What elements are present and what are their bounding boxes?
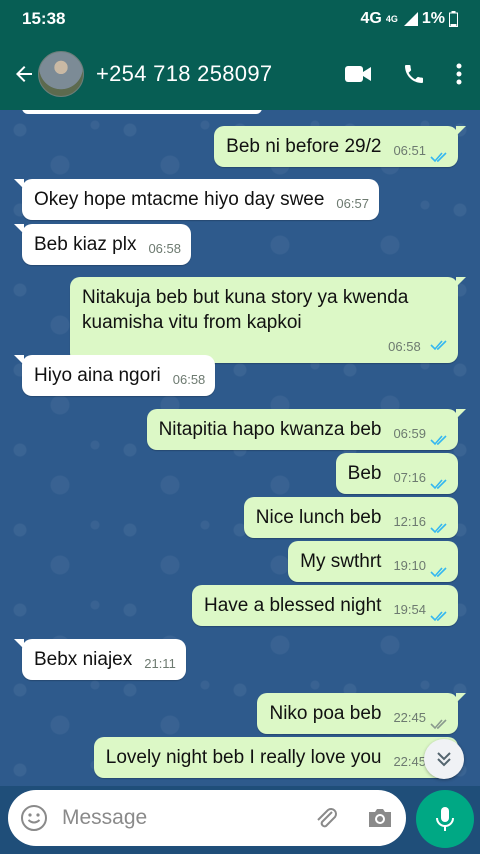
signal-icon: [403, 12, 418, 26]
message-text: Have a blessed night: [204, 595, 382, 616]
scroll-to-bottom-button[interactable]: [424, 739, 464, 779]
contact-name[interactable]: +254 718 258097: [96, 61, 344, 87]
message-out[interactable]: Nice lunch beb 12:16: [243, 497, 458, 538]
message-text: Beb kiaz plx: [34, 234, 137, 255]
read-ticks-icon: [430, 340, 447, 351]
emoji-icon[interactable]: [20, 804, 48, 832]
message-out[interactable]: Nitakuja beb but kuna story ya kwenda ku…: [70, 277, 466, 363]
message-time: 19:10: [393, 558, 426, 573]
attach-icon[interactable]: [312, 804, 340, 832]
status-indicators: 4G 4G 1%: [361, 10, 458, 28]
message-time: 06:51: [393, 143, 426, 158]
message-text: Lovely night beb I really love you: [105, 747, 382, 768]
video-call-icon[interactable]: [344, 63, 372, 85]
more-options-icon[interactable]: [456, 62, 462, 86]
message-out[interactable]: Lovely night beb I really love you 22:45: [93, 737, 458, 778]
message-input[interactable]: Message: [62, 806, 312, 830]
voice-call-icon[interactable]: [402, 62, 426, 86]
message-time: 06:58: [148, 241, 181, 256]
read-ticks-icon: [430, 523, 447, 534]
message-time: 06:57: [336, 196, 369, 211]
battery-icon: [449, 11, 458, 27]
message-text: Beb: [347, 463, 382, 484]
message-out[interactable]: Nitapitia hapo kwanza beb 06:59: [146, 409, 467, 450]
message-out[interactable]: Niko poa beb 22:45: [257, 693, 466, 734]
camera-icon[interactable]: [366, 806, 394, 830]
message-list[interactable]: Beb ni before 29/2 06:51 Okey hope mtacme…: [0, 110, 480, 786]
message-time: 06:58: [388, 339, 421, 354]
message-text: Nice lunch beb: [255, 507, 382, 528]
message-time: 22:45: [393, 754, 426, 769]
message-time: 12:16: [393, 514, 426, 529]
read-ticks-icon: [430, 611, 447, 622]
message-text: Beb ni before 29/2: [226, 136, 382, 157]
message-composer[interactable]: Message: [8, 790, 406, 846]
read-ticks-icon: [430, 152, 447, 163]
double-chevron-down-icon: [437, 752, 451, 767]
chat-header: +254 718 258097: [0, 38, 480, 110]
read-ticks-icon: [430, 567, 447, 578]
message-in[interactable]: Beb kiaz plx 06:58: [14, 224, 191, 265]
message-time: 22:45: [393, 710, 426, 725]
back-button[interactable]: [6, 62, 42, 86]
message-out[interactable]: My swthrt 19:10: [288, 541, 458, 582]
message-time: 06:58: [172, 372, 206, 387]
message-time: 07:16: [393, 470, 426, 485]
message-in[interactable]: Bebx niajex 21:11: [14, 639, 186, 680]
status-bar: 15:38 4G 4G 1%: [0, 0, 480, 38]
message-out[interactable]: Beb 07:16: [335, 453, 458, 494]
microphone-icon: [436, 807, 454, 831]
message-text: Hiyo aina ngori: [34, 365, 161, 386]
message-out[interactable]: Beb ni before 29/2 06:51: [214, 126, 466, 167]
message-text: Niko poa beb: [269, 703, 382, 724]
message-out[interactable]: Have a blessed night 19:54: [192, 585, 458, 626]
message-text: Bebx niajex: [34, 649, 133, 670]
message-in[interactable]: Okey hope mtacme hiyo day swee 06:57: [14, 179, 379, 220]
status-time: 15:38: [22, 9, 66, 28]
message-in[interactable]: Hiyo aina ngori 06:58: [13, 355, 216, 396]
message-text: Nitapitia hapo kwanza beb: [158, 419, 382, 440]
read-ticks-icon: [430, 479, 447, 490]
back-arrow-icon: [16, 66, 32, 82]
network-sup: 4G: [385, 14, 398, 24]
read-ticks-icon: [430, 435, 447, 446]
message-time: 19:54: [393, 602, 426, 617]
message-text: Okey hope mtacme hiyo day swee: [34, 189, 325, 210]
battery-label: 1%: [421, 10, 445, 27]
voice-record-button[interactable]: [416, 790, 474, 848]
previous-message-edge: [22, 110, 262, 114]
delivered-ticks-icon: [430, 719, 447, 730]
network-label: 4G: [360, 10, 382, 27]
message-text: Nitakuja beb but kuna story ya kwenda ku…: [82, 287, 409, 333]
message-text: My swthrt: [300, 551, 382, 572]
message-time: 21:11: [144, 656, 176, 671]
message-time: 06:59: [393, 426, 426, 441]
avatar[interactable]: [38, 51, 84, 97]
